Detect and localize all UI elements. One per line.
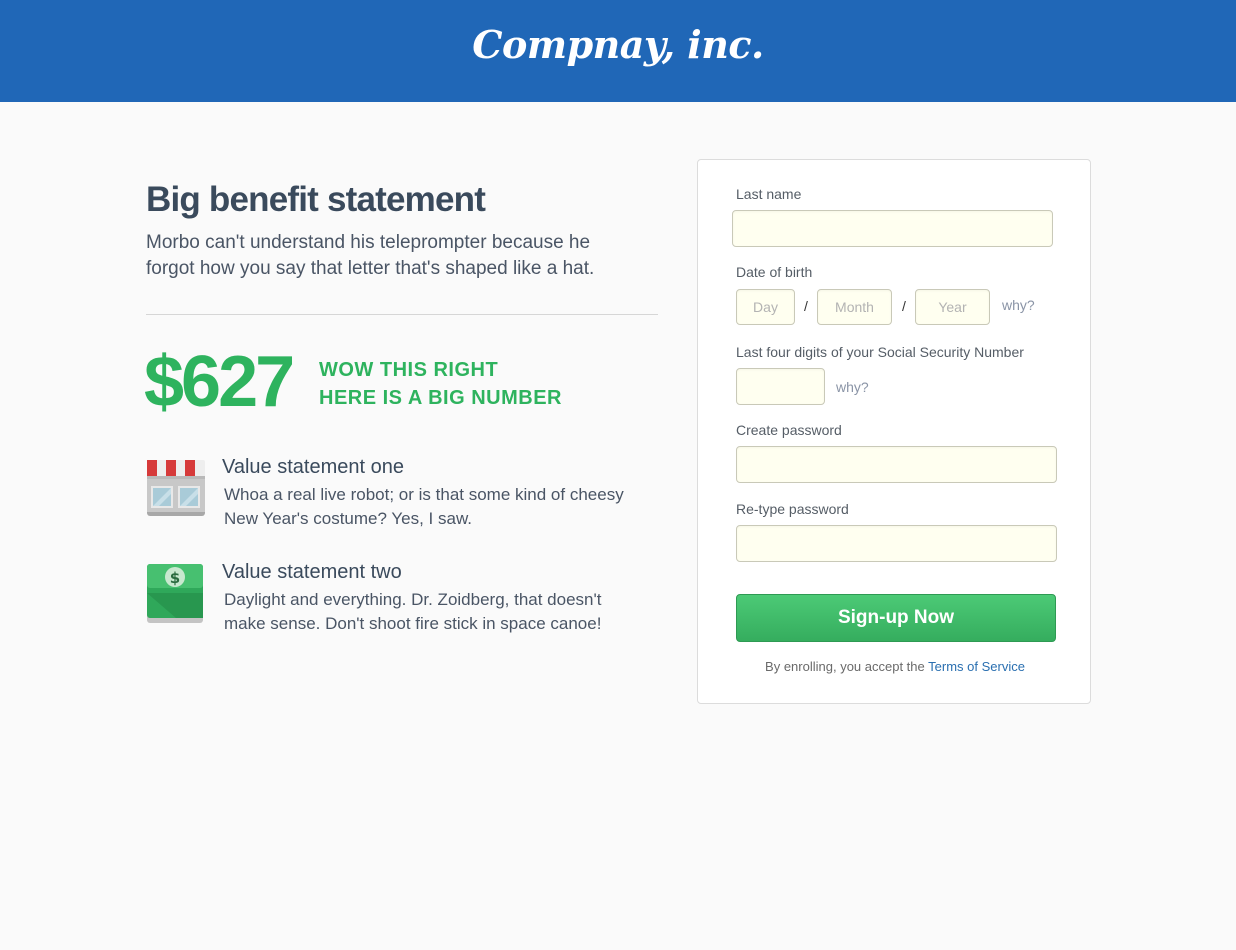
value-statement-title: Value statement two: [222, 561, 402, 583]
site-header: Compnay, inc.: [0, 0, 1236, 102]
dob-year-input[interactable]: [915, 289, 990, 325]
ssn-label: Last four digits of your Social Security…: [736, 344, 1024, 360]
create-password-label: Create password: [736, 422, 842, 438]
storefront-icon: [147, 460, 205, 516]
dob-month-input[interactable]: [817, 289, 892, 325]
value-statement-body: Daylight and everything. Dr. Zoidberg, t…: [224, 590, 602, 633]
svg-text:$: $: [170, 569, 180, 587]
big-number-value: $627: [144, 342, 295, 422]
value-statement-body: Whoa a real live robot; or is that some …: [224, 485, 624, 528]
section-divider: [146, 314, 658, 315]
dob-separator: /: [804, 298, 808, 314]
signup-form: Last name Date of birth / / why? Last fo…: [697, 159, 1091, 704]
terms-prefix: By enrolling, you accept the: [765, 659, 929, 674]
create-password-input[interactable]: [736, 446, 1057, 483]
hero-section: Big benefit statement Morbo can't unders…: [146, 178, 658, 282]
money-icon: $: [147, 564, 203, 623]
dob-why-link[interactable]: why?: [1002, 297, 1035, 313]
terms-of-service-link[interactable]: Terms of Service: [928, 659, 1025, 674]
big-number-caption-line1: WOW THIS RIGHT: [319, 359, 499, 381]
big-number-caption-line2: HERE IS A BIG NUMBER: [319, 387, 562, 409]
company-logo[interactable]: Compnay, inc.: [0, 22, 1236, 67]
value-statement-title: Value statement one: [222, 456, 404, 478]
ssn-last-four-input[interactable]: [736, 368, 825, 405]
dob-day-input[interactable]: [736, 289, 795, 325]
benefit-headline: Big benefit statement: [146, 180, 486, 219]
dob-separator: /: [902, 298, 906, 314]
ssn-why-link[interactable]: why?: [836, 379, 869, 395]
last-name-label: Last name: [736, 186, 802, 202]
last-name-input[interactable]: [732, 210, 1053, 247]
signup-button[interactable]: Sign-up Now: [736, 594, 1056, 642]
benefit-subhead: Morbo can't understand his teleprompter …: [146, 232, 595, 279]
retype-password-input[interactable]: [736, 525, 1057, 562]
retype-password-label: Re-type password: [736, 501, 849, 517]
dob-label: Date of birth: [736, 264, 813, 280]
big-number-caption: WOW THIS RIGHT HERE IS A BIG NUMBER: [319, 356, 599, 412]
terms-notice: By enrolling, you accept the Terms of Se…: [698, 659, 1092, 674]
